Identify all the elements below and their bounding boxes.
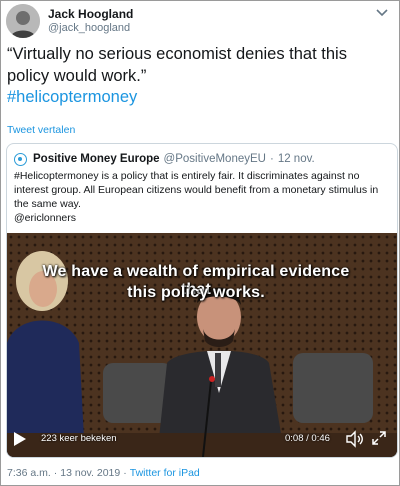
hashtag-link[interactable]: #helicoptermoney — [7, 88, 137, 107]
tweet-date[interactable]: 13 nov. 2019 — [60, 467, 120, 479]
chevron-down-icon[interactable] — [375, 7, 389, 17]
translate-link[interactable]: Tweet vertalen — [7, 124, 75, 136]
quoted-tweet-header: Positive Money Europe @PositiveMoneyEU ·… — [14, 152, 315, 166]
video-subtitle-line2: this policy works. — [127, 284, 265, 301]
author-avatar[interactable] — [6, 4, 40, 38]
tweet-text: “Virtually no serious economist denies t… — [7, 45, 347, 85]
quoted-text: #Helicoptermoney is a policy that is ent… — [14, 169, 390, 225]
play-icon[interactable] — [13, 431, 27, 447]
volume-icon[interactable] — [345, 430, 363, 448]
footer-separator: · — [53, 467, 58, 479]
quoted-body: #Helicoptermoney is a policy that is ent… — [14, 170, 379, 210]
quoted-author-name[interactable]: Positive Money Europe — [33, 153, 160, 165]
quoted-date[interactable]: 12 nov. — [278, 153, 315, 165]
tweet-source[interactable]: Twitter for iPad — [130, 467, 200, 479]
video-time: 0:08 / 0:46 — [285, 433, 330, 444]
tweet-footer: 7:36 a.m. · 13 nov. 2019 · Twitter for iPad — [7, 467, 200, 479]
author-handle[interactable]: @jack_hoogland — [48, 22, 130, 34]
quoted-mention[interactable]: @ericlonners — [14, 211, 390, 225]
view-count: 223 keer bekeken — [41, 433, 117, 444]
video-controls: 223 keer bekeken 0:08 / 0:46 — [1, 425, 391, 455]
tweet-time[interactable]: 7:36 a.m. — [7, 467, 51, 479]
quote-avatar-icon — [14, 152, 27, 166]
author-name[interactable]: Jack Hoogland — [48, 7, 133, 21]
quoted-author-handle[interactable]: @PositiveMoneyEU — [164, 153, 266, 165]
footer-separator-2: · — [123, 467, 127, 479]
fullscreen-icon[interactable] — [371, 430, 387, 446]
tweet-card: Jack Hoogland @jack_hoogland “Virtually … — [0, 0, 400, 486]
quoted-separator: · — [269, 153, 274, 165]
